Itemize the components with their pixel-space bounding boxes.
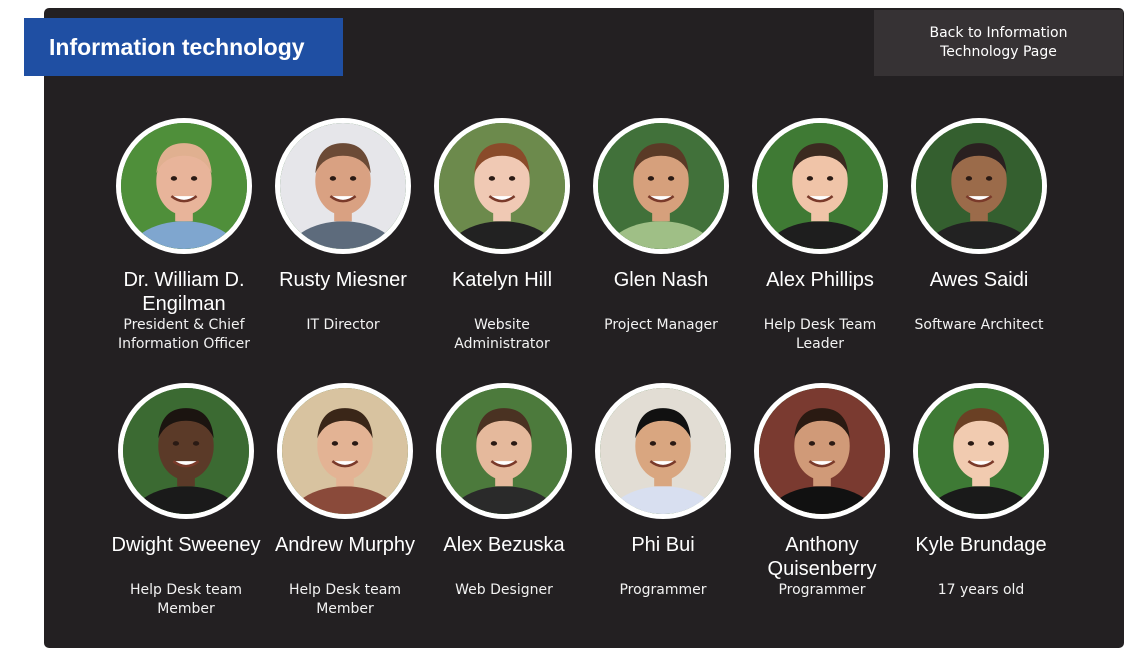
team-member-card: Dr. William D. Engilman President & Chief… xyxy=(108,118,260,354)
member-name: Awes Saidi xyxy=(929,269,1029,291)
member-name: Kyle Brundage xyxy=(915,534,1047,556)
team-member-card: Phi Bui Programmer xyxy=(587,383,739,600)
member-photo xyxy=(116,118,252,254)
member-photo xyxy=(913,383,1049,519)
team-member-card: Kyle Brundage 17 years old xyxy=(905,383,1057,600)
member-role: Web Designer xyxy=(455,582,553,598)
member-name: Anthony Quisenberry xyxy=(767,534,877,580)
member-photo xyxy=(595,383,731,519)
member-role: Website Administrator xyxy=(454,317,550,352)
member-photo xyxy=(275,118,411,254)
member-photo xyxy=(434,118,570,254)
member-photo xyxy=(118,383,254,519)
member-name: Katelyn Hill xyxy=(451,269,553,291)
member-role: Software Architect xyxy=(914,317,1044,333)
team-member-card: Anthony Quisenberry Programmer xyxy=(746,383,898,600)
member-name: Alex Phillips xyxy=(766,269,874,291)
member-role: Programmer xyxy=(778,582,866,598)
member-name: Phi Bui xyxy=(631,534,695,556)
member-role: Programmer xyxy=(619,582,707,598)
page-title: Information technology xyxy=(24,18,343,76)
team-member-card: Rusty Miesner IT Director xyxy=(267,118,419,335)
member-photo xyxy=(436,383,572,519)
member-role: Project Manager xyxy=(604,317,718,333)
team-member-card: Dwight Sweeney Help Desk team Member xyxy=(110,383,262,619)
member-name: Andrew Murphy xyxy=(274,534,416,556)
member-role: Help Desk team Member xyxy=(130,582,242,617)
team-member-card: Glen Nash Project Manager xyxy=(585,118,737,335)
member-role: President & Chief Information Officer xyxy=(117,317,251,352)
member-photo xyxy=(754,383,890,519)
member-name: Dr. William D. Engilman xyxy=(123,269,245,315)
member-name: Dwight Sweeney xyxy=(111,534,261,556)
member-photo xyxy=(593,118,729,254)
member-photo xyxy=(911,118,1047,254)
member-role: Help Desk Team Leader xyxy=(763,317,877,352)
team-member-card: Awes Saidi Software Architect xyxy=(903,118,1055,335)
member-photo xyxy=(277,383,413,519)
member-name: Rusty Miesner xyxy=(279,269,407,291)
member-role: IT Director xyxy=(306,317,380,333)
member-photo xyxy=(752,118,888,254)
team-member-card: Alex Bezuska Web Designer xyxy=(428,383,580,600)
member-name: Alex Bezuska xyxy=(443,534,565,556)
team-member-card: Andrew Murphy Help Desk team Member xyxy=(269,383,421,619)
back-to-it-page-button[interactable]: Back to Information Technology Page xyxy=(874,10,1123,76)
member-name: Glen Nash xyxy=(613,269,709,291)
member-role: 17 years old xyxy=(937,582,1025,598)
member-role: Help Desk team Member xyxy=(289,582,401,617)
team-member-card: Alex Phillips Help Desk Team Leader xyxy=(744,118,896,354)
team-member-card: Katelyn Hill Website Administrator xyxy=(426,118,578,354)
